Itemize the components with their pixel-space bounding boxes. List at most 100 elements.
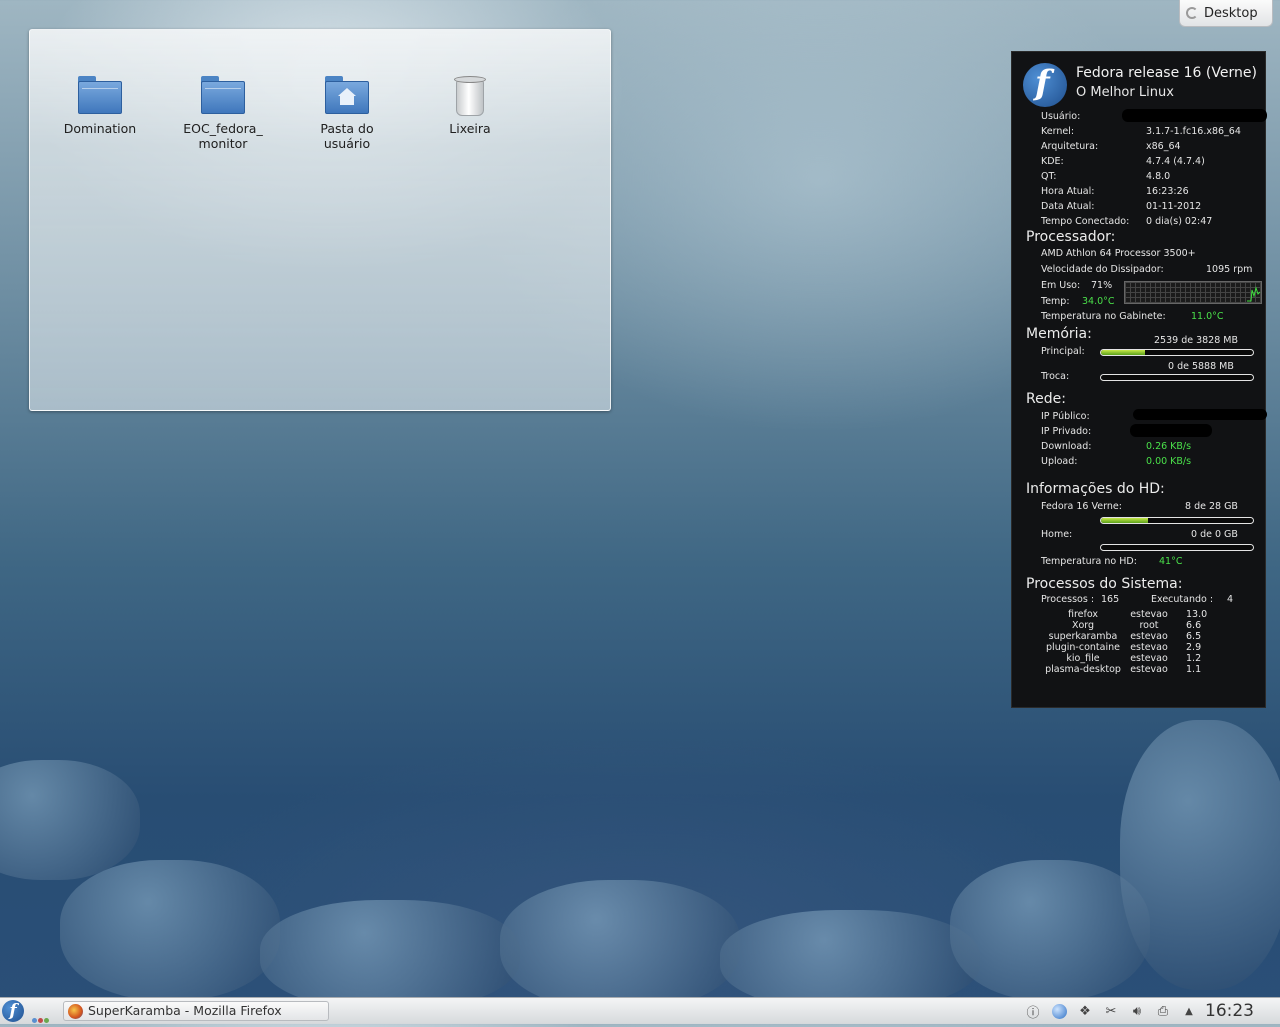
home-disk-value: 0 de 0 GB (1191, 529, 1238, 540)
kde-label: KDE: (1041, 156, 1064, 167)
pager-desktop-1[interactable] (32, 1018, 37, 1023)
desktop-item-trash[interactable]: Lixeira (415, 74, 525, 136)
running-value: 4 (1227, 594, 1234, 605)
process-user: estevao (1130, 631, 1168, 642)
cpu-model: AMD Athlon 64 Processor 3500+ (1041, 248, 1196, 259)
home-disk-label: Home: (1041, 529, 1073, 540)
kde-value: 4.7.4 (4.7.4) (1146, 156, 1205, 167)
widget-subtitle: O Melhor Linux (1076, 85, 1174, 100)
desktop-item-domination[interactable]: Domination (45, 74, 155, 136)
running-label: Executando : (1151, 594, 1214, 605)
private-ip-label: IP Privado: (1041, 426, 1092, 437)
network-heading: Rede: (1026, 391, 1066, 407)
root-disk-bar (1100, 517, 1254, 524)
download-value: 0.26 KB/s (1146, 441, 1192, 452)
firefox-icon (68, 1004, 83, 1019)
redacted-private-ip (1130, 424, 1212, 437)
qt-label: QT: (1041, 171, 1057, 182)
date-label: Data Atual: (1041, 201, 1095, 212)
arch-label: Arquitetura: (1041, 141, 1099, 152)
kernel-value: 3.1.7-1.fc16.x86_64 (1146, 126, 1241, 137)
memory-heading: Memória: (1026, 326, 1092, 342)
process-cpu: 13.0 (1186, 609, 1208, 620)
process-user: root (1139, 620, 1159, 631)
home-folder-icon (323, 74, 371, 118)
pager-desktop-3[interactable] (44, 1018, 49, 1023)
main-memory-bar (1100, 349, 1254, 356)
task-label: SuperKaramba - Mozilla Firefox (88, 1003, 282, 1018)
download-label: Download: (1041, 441, 1092, 452)
swap-bar (1100, 374, 1254, 381)
process-user: estevao (1130, 642, 1168, 653)
volume-icon[interactable]: 🔊︎ (1126, 1002, 1148, 1020)
desktop-item-label: EOC_fedora_ monitor (183, 121, 263, 151)
system-monitor-widget: f Fedora release 16 (Verne) O Melhor Lin… (1011, 51, 1267, 708)
process-cpu: 6.5 (1186, 631, 1202, 642)
user-label: Usuário: (1041, 111, 1081, 122)
cashew-icon (1186, 7, 1198, 19)
cpu-usage-label: Em Uso: (1041, 280, 1081, 291)
cpu-graph-line (1247, 286, 1261, 302)
disk-heading: Informações do HD: (1026, 481, 1165, 497)
process-count-label: Processos : (1041, 594, 1095, 605)
swap-label: Troca: (1041, 371, 1070, 382)
home-disk-bar (1100, 544, 1254, 551)
trash-icon (446, 74, 494, 118)
pager[interactable] (32, 1008, 50, 1027)
uptime-value: 0 dia(s) 02:47 (1146, 216, 1213, 227)
cpu-temp-label: Temp: (1041, 296, 1070, 307)
task-firefox[interactable]: SuperKaramba - Mozilla Firefox (63, 1001, 329, 1021)
desktop-item-label: Pasta do usuário (320, 121, 374, 151)
process-count-value: 165 (1101, 594, 1120, 605)
desktop-item-eoc-fedora-monitor[interactable]: EOC_fedora_ monitor (168, 74, 278, 151)
cpu-usage-value: 71% (1091, 280, 1113, 291)
arch-value: x86_64 (1146, 141, 1181, 152)
processes-heading: Processos do Sistema: (1026, 576, 1183, 592)
application-launcher-button[interactable]: f (2, 1000, 24, 1022)
folder-icon (76, 74, 124, 118)
process-cpu: 2.9 (1186, 642, 1202, 653)
widget-title: Fedora release 16 (Verne) (1076, 65, 1257, 81)
network-manager-icon[interactable] (1048, 1002, 1070, 1020)
desktop-button-label: Desktop (1204, 5, 1258, 21)
process-cpu: 1.1 (1186, 664, 1202, 675)
processor-heading: Processador: (1026, 229, 1116, 245)
redacted-public-ip (1133, 409, 1267, 420)
time-value: 16:23:26 (1146, 186, 1189, 197)
fan-label: Velocidade do Dissipador: (1041, 264, 1164, 275)
package-updater-icon[interactable]: ❖ (1074, 1002, 1096, 1020)
desktop-item-label: Lixeira (449, 121, 491, 136)
printer-icon[interactable]: ⎙ (1152, 1002, 1174, 1020)
time-label: Hora Atual: (1041, 186, 1095, 197)
cpu-temp-value: 34.0°C (1082, 296, 1115, 307)
process-cpu: 1.2 (1186, 653, 1202, 664)
desktop-item-label: Domination (63, 121, 137, 136)
main-memory-value: 2539 de 3828 MB (1154, 335, 1239, 346)
redacted-username (1122, 109, 1267, 122)
case-temp-label: Temperatura no Gabinete: (1041, 311, 1166, 322)
case-temp-value: 11.0°C (1191, 311, 1224, 322)
pager-desktop-2[interactable] (38, 1018, 43, 1023)
root-disk-label: Fedora 16 Verne: (1041, 501, 1122, 512)
klipper-scissors-icon[interactable]: ✂ (1100, 1002, 1122, 1020)
process-user: estevao (1130, 664, 1168, 675)
hd-temp-label: Temperatura no HD: (1041, 556, 1137, 567)
fedora-logo-icon: f (1023, 63, 1067, 107)
process-user: estevao (1130, 609, 1168, 620)
uptime-label: Tempo Conectado: (1041, 216, 1130, 227)
folder-view-widget[interactable]: Domination EOC_fedora_ monitor Pasta do … (29, 29, 611, 411)
public-ip-label: IP Público: (1041, 411, 1090, 422)
swap-value: 0 de 5888 MB (1168, 361, 1234, 372)
date-value: 01-11-2012 (1146, 201, 1202, 212)
main-memory-label: Principal: (1041, 346, 1085, 357)
desktop-item-home-folder[interactable]: Pasta do usuário (292, 74, 402, 151)
hd-temp-value: 41°C (1159, 556, 1183, 567)
taskbar: f SuperKaramba - Mozilla Firefox ⓘ ❖ ✂ 🔊… (0, 997, 1280, 1024)
upload-value: 0.00 KB/s (1146, 456, 1192, 467)
process-cpu: 6.6 (1186, 620, 1202, 631)
clock[interactable]: 16:23 (1205, 998, 1254, 1024)
desktop-toolbox-button[interactable]: Desktop (1179, 0, 1273, 27)
upload-label: Upload: (1041, 456, 1078, 467)
tray-expand-arrow-icon[interactable]: ▲ (1180, 1002, 1198, 1020)
notifications-icon[interactable]: ⓘ (1022, 1002, 1044, 1021)
